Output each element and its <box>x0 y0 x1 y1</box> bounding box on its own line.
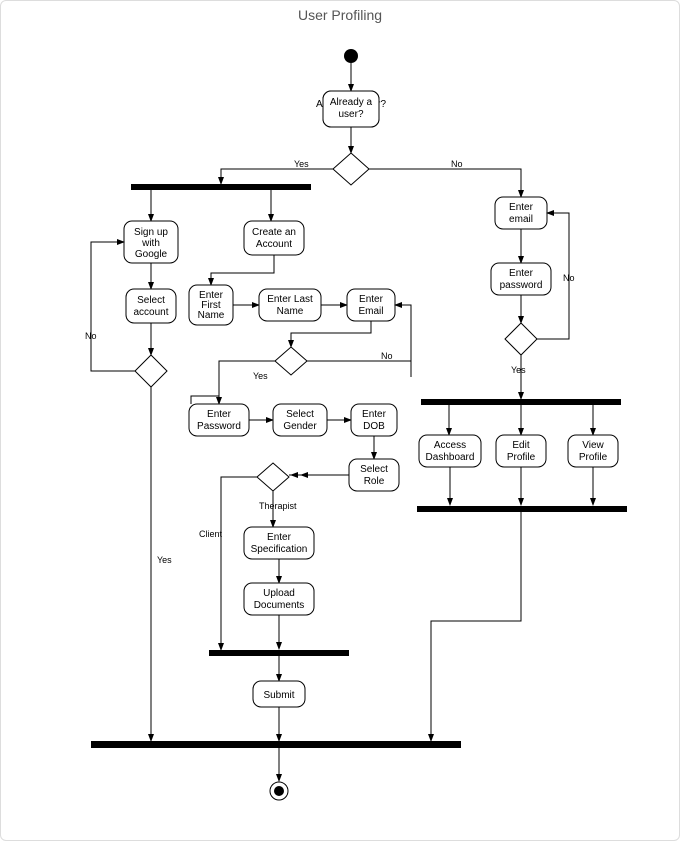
svg-text:Already a: Already a <box>330 97 373 108</box>
node-enter-first-name: Enter First Name <box>189 285 233 325</box>
label-client: Client <box>199 529 223 539</box>
t: Sign up <box>134 227 168 238</box>
decision-login <box>505 323 537 355</box>
t: DOB <box>363 421 385 432</box>
t: Password <box>197 421 241 432</box>
t: View <box>582 440 604 451</box>
t: Enter <box>362 409 387 420</box>
node-select-role: Select Role <box>349 459 399 491</box>
label-yes-4: Yes <box>511 365 526 375</box>
decision-select-account <box>135 355 167 387</box>
label-no-1: No <box>451 159 463 169</box>
t: Create an <box>252 227 296 238</box>
t: Specification <box>251 544 308 555</box>
final-join-bar <box>91 741 461 748</box>
t: Access <box>434 440 466 451</box>
node-enter-specification: Enter Specification <box>244 527 314 559</box>
join-bar-role <box>209 650 349 656</box>
label-yes-2: Yes <box>253 371 268 381</box>
t: Enter <box>207 409 232 420</box>
t: Dashboard <box>426 452 475 463</box>
t: Edit <box>512 440 529 451</box>
t: Enter <box>509 202 534 213</box>
diagram-canvas: Already a user? Yes No Sign up with Goog… <box>1 1 680 842</box>
t: Profile <box>507 452 536 463</box>
t: Enter <box>509 268 534 279</box>
t: Select <box>286 409 314 420</box>
t: Enter Last <box>267 294 313 305</box>
fork-bar-left <box>131 184 311 190</box>
t: Account <box>256 239 292 250</box>
node-already-user-2: Already a user? <box>323 91 379 127</box>
t: Name <box>277 306 304 317</box>
decision-role <box>257 463 289 491</box>
node-create-account: Create an Account <box>244 221 304 255</box>
node-enter-email-left: Enter Email <box>347 289 395 321</box>
t: Select <box>360 464 388 475</box>
node-view-profile: View Profile <box>568 435 618 467</box>
node-enter-email-right: Enter email <box>495 197 547 229</box>
t: Upload <box>263 588 295 599</box>
label-yes-1: Yes <box>294 159 309 169</box>
node-select-account: Select account <box>126 289 176 323</box>
node-edit-profile: Edit Profile <box>496 435 546 467</box>
t: Select <box>137 295 165 306</box>
decision-email-valid <box>275 347 307 375</box>
node-enter-last-name: Enter Last Name <box>259 289 321 321</box>
node-enter-password-left: Enter Password <box>189 404 249 436</box>
start-node <box>344 49 358 63</box>
node-signup-google: Sign up with Google <box>124 221 178 263</box>
t: account <box>133 307 168 318</box>
t: email <box>509 214 533 225</box>
end-node-inner <box>274 786 284 796</box>
svg-text:user?: user? <box>338 109 363 120</box>
label-no-2: No <box>381 351 393 361</box>
node-enter-dob: Enter DOB <box>351 404 397 436</box>
node-enter-password-right: Enter password <box>491 263 551 295</box>
label-therapist: Therapist <box>259 501 297 511</box>
t: password <box>500 280 543 291</box>
t: Profile <box>579 452 608 463</box>
t: Enter <box>359 294 384 305</box>
node-access-dashboard: Access Dashboard <box>419 435 481 467</box>
t: Email <box>358 306 383 317</box>
decision-already-user <box>333 153 369 185</box>
t: Enter <box>267 532 292 543</box>
t: Submit <box>263 690 294 701</box>
node-select-gender: Select Gender <box>273 404 327 436</box>
node-upload-documents: Upload Documents <box>244 583 314 615</box>
fork-bar-right <box>421 399 621 405</box>
node-submit: Submit <box>253 681 305 707</box>
t: Name <box>198 310 225 321</box>
t: Google <box>135 249 168 260</box>
t: with <box>141 238 160 249</box>
t: Documents <box>254 600 305 611</box>
join-bar-right <box>417 506 627 512</box>
label-yes-3: Yes <box>157 555 172 565</box>
t: Role <box>364 476 385 487</box>
t: Gender <box>283 421 317 432</box>
